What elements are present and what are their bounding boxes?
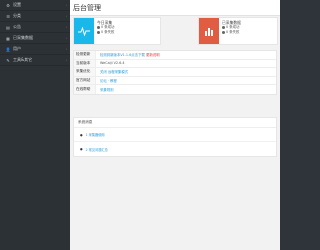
sidebar-item-users[interactable]: 👤 用户 › [0,44,70,55]
list-item[interactable]: ● 2 常见问题汇总 [74,142,276,156]
settings-icon: ⚙ [6,2,10,8]
table-row: 采集优化 关闭 远程采集模式 [74,68,276,77]
pulse-icon [74,18,94,44]
optimize-link[interactable]: 关闭 远程采集模式 [96,69,128,74]
status-dot-icon [222,25,225,29]
system-info-table: 检测更新 检测到新版本V1.1.6点击下载 更新说明 当前版本 WeCaiji … [73,50,277,95]
table-row: 在线帮助 采集规则 [74,85,276,94]
sidebar-item-label: 公告 [13,24,21,29]
bar-chart-icon [199,18,219,44]
bullet-icon: ● [80,147,83,151]
chevron-right-icon: › [65,58,67,62]
changelog-link[interactable]: 更新说明 [146,53,160,57]
fail-count: 0 条失败 [101,30,115,34]
main-content: 后台管理 今日采集 0 条成功 0 条失败 已采集数据 0 条成功 0 条失败 [70,0,280,250]
status-dot-icon [222,30,225,34]
row-key: 官方网站 [74,76,96,85]
sidebar-item-label: 用户 [13,46,21,51]
chevron-right-icon: › [65,36,67,40]
update-link[interactable]: 检测到新版本V1.1.6点击下载 更新说明 [96,52,160,57]
version-value: WeCaiji V2.6.4 [100,61,125,66]
row-key: 采集优化 [74,68,96,76]
sidebar-item-category[interactable]: ☰ 分类 › [0,11,70,22]
sidebar-item-label: 工具&其它 [13,57,33,62]
sidebar-item-label: 设置 [13,2,21,7]
sidebar-item-notice[interactable]: ▤ 公告 › [0,22,70,33]
sidebar-item-tools[interactable]: ✎ 工具&其它 › [0,55,70,66]
help-link[interactable]: 采集规则 [96,87,114,92]
bullet-icon: ● [80,132,83,137]
official-site-link[interactable]: 论坛 · 教程 [96,78,117,83]
fail-count: 0 条失败 [226,30,240,34]
list-item[interactable]: ● 1 采集器使用 [74,128,276,142]
success-count: 0 条成功 [101,25,115,29]
row-key: 检测更新 [74,51,96,59]
collected-data-card: 已采集数据 0 条成功 0 条失败 [198,17,278,45]
sidebar-item-settings[interactable]: ⚙ 设置 › [0,0,70,11]
chevron-right-icon: › [65,14,67,18]
system-message-panel: 系统消息 ● 1 采集器使用 ● 2 常见问题汇总 [73,117,277,157]
collected-data-icon: ▦ [6,35,10,41]
stat-cards: 今日采集 0 条成功 0 条失败 已采集数据 0 条成功 0 条失败 [73,17,278,45]
status-dot-icon [97,25,100,29]
chevron-right-icon: › [65,47,67,51]
article-icon: ▤ [6,24,10,30]
table-row: 官方网站 论坛 · 教程 [74,76,276,86]
chevron-right-icon: › [65,3,67,7]
row-key: 当前版本 [74,59,96,68]
sidebar-item-collected-data[interactable]: ▦ 已采集数据 › [0,33,70,44]
user-icon: 👤 [5,46,11,52]
chevron-right-icon: › [65,25,67,29]
success-count: 0 条成功 [226,25,240,29]
tools-icon: ✎ [6,57,10,63]
sidebar-item-label: 已采集数据 [13,35,33,40]
panel-title: 系统消息 [74,118,276,128]
table-row: 当前版本 WeCaiji V2.6.4 [74,59,276,69]
sidebar-nav: ⚙ 设置 › ☰ 分类 › ▤ 公告 › ▦ 已采集数据 › 👤 用户 › ✎ … [0,0,70,250]
row-key: 在线帮助 [74,85,96,94]
group-icon: ☰ [6,13,10,19]
status-dot-icon [97,30,100,34]
sidebar-item-label: 分类 [13,13,21,18]
today-collect-card: 今日采集 0 条成功 0 条失败 [73,17,161,45]
page-title: 后台管理 [70,0,280,16]
table-row: 检测更新 检测到新版本V1.1.6点击下载 更新说明 [74,51,276,60]
